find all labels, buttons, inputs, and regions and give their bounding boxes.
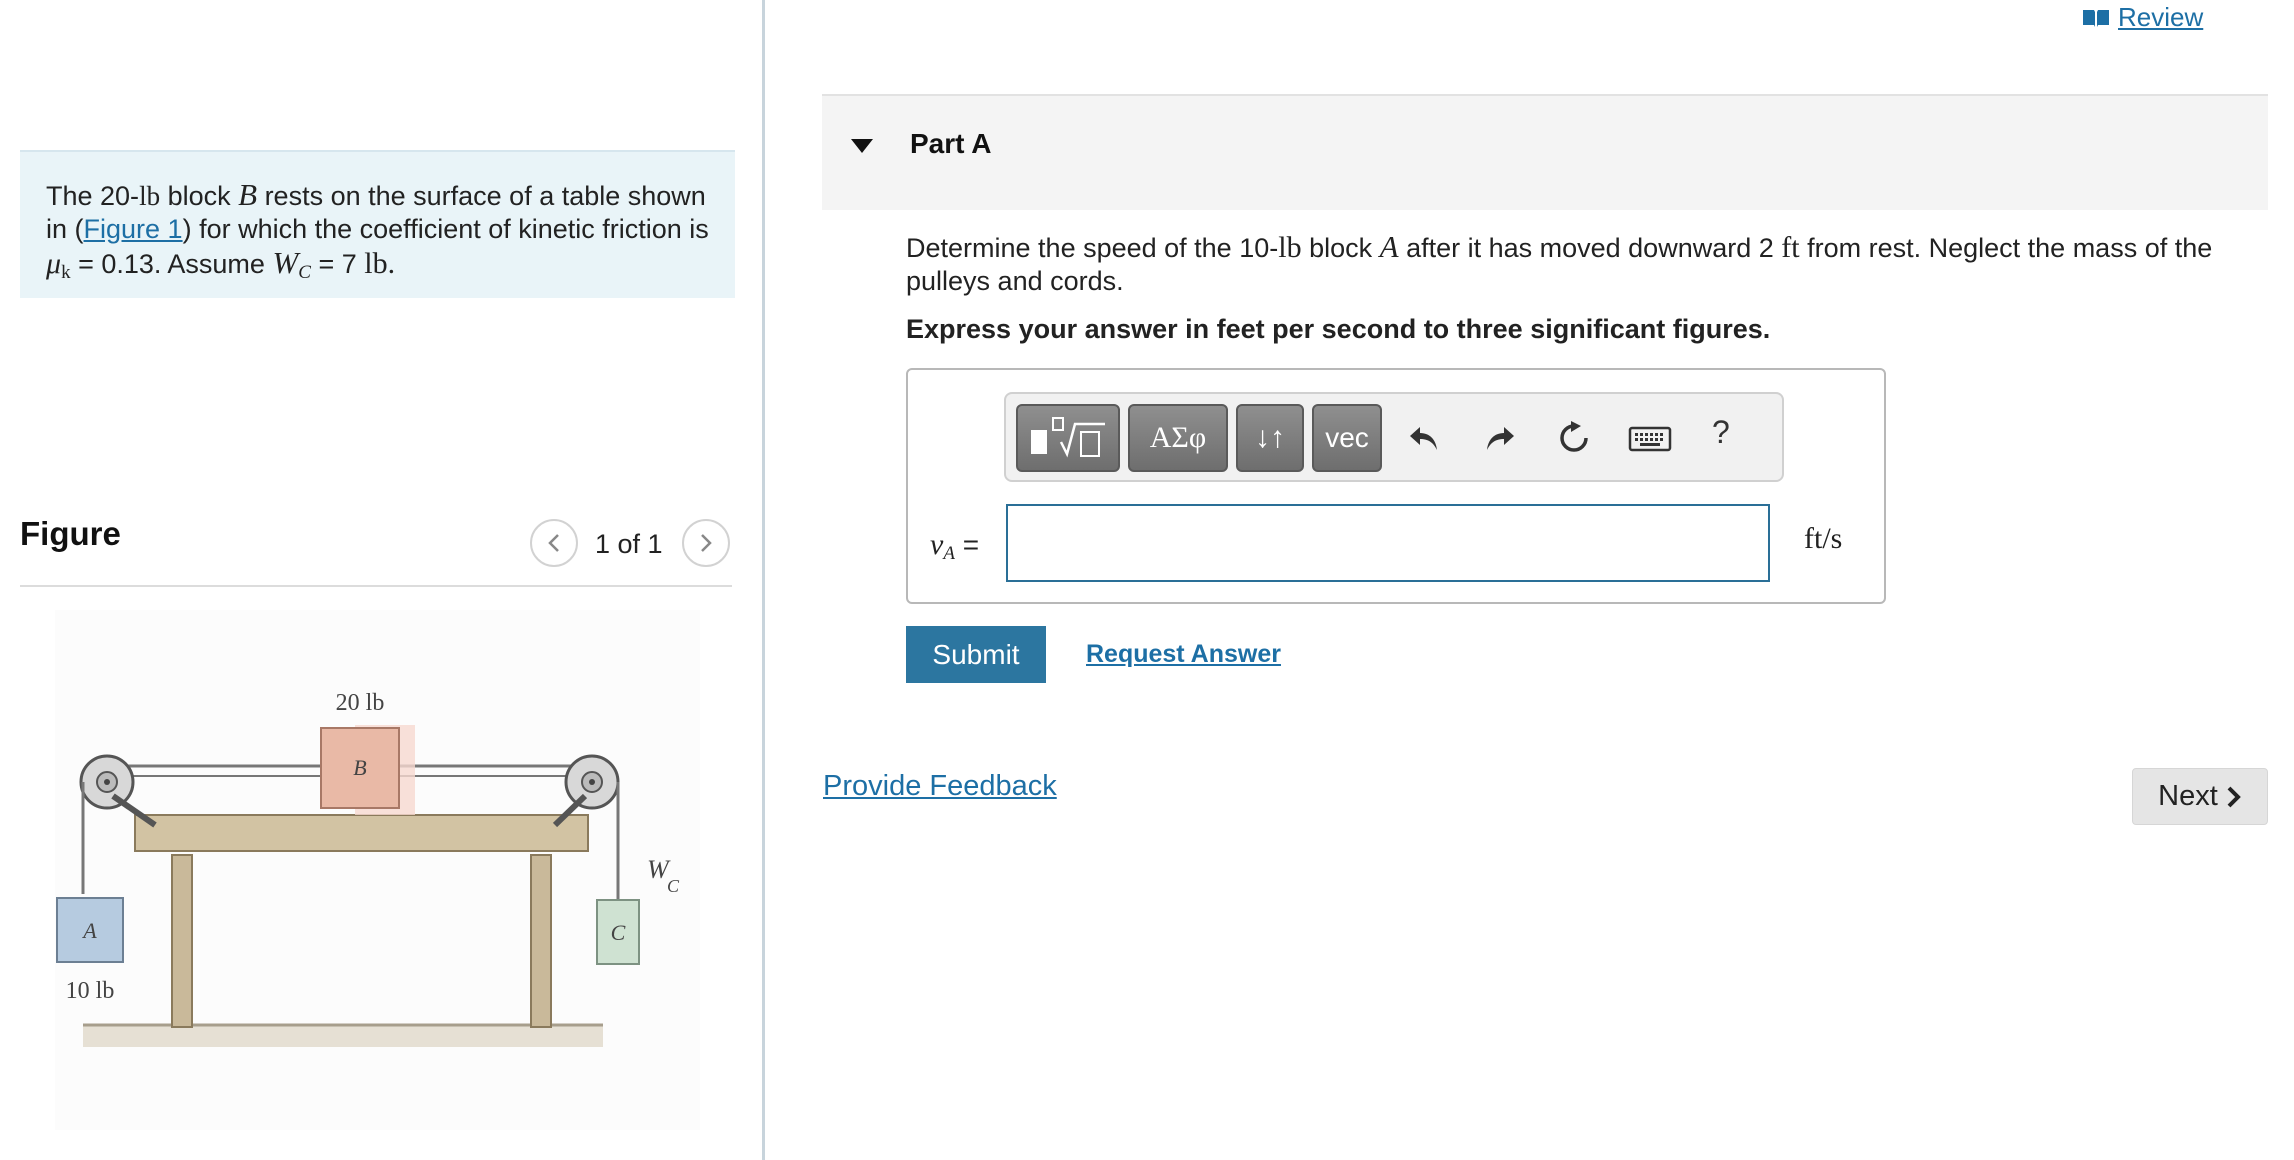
review-link[interactable]: Review — [2082, 2, 2203, 33]
block-a-label: A — [81, 918, 97, 943]
vector-button[interactable]: vec — [1312, 404, 1382, 472]
page: The 20-lb block B rests on the surface o… — [0, 0, 2294, 1160]
answer-instruction: Express your answer in feet per second t… — [906, 314, 1771, 344]
arrows-button[interactable]: ↓↑ — [1236, 404, 1304, 472]
greek-symbols-button[interactable]: ΑΣφ — [1128, 404, 1228, 472]
math-toolbar: ΑΣφ ↓↑ vec ? — [1004, 392, 1784, 482]
answer-input[interactable] — [1006, 504, 1770, 582]
column-divider — [762, 0, 765, 1160]
review-label: Review — [2118, 2, 2204, 32]
next-button[interactable]: Next — [2132, 768, 2268, 825]
part-title: Part A — [910, 128, 992, 159]
reset-button[interactable] — [1552, 416, 1596, 460]
reset-icon — [1560, 421, 1588, 452]
collapse-triangle-icon[interactable] — [850, 138, 874, 154]
block-b-weight: 20 lb — [336, 690, 385, 716]
redo-button[interactable] — [1478, 416, 1522, 460]
table-leg-right — [530, 854, 552, 1028]
table-top — [134, 814, 589, 852]
undo-button[interactable] — [1402, 416, 1446, 460]
submit-button[interactable]: Submit — [906, 626, 1046, 683]
request-answer-link[interactable]: Request Answer — [1086, 640, 1281, 669]
figure-pager-count: 1 of 1 — [595, 529, 663, 559]
answer-variable-label: vA = — [930, 528, 980, 564]
provide-feedback-link[interactable]: Provide Feedback — [823, 770, 1057, 803]
block-a-weight: 10 lb — [66, 978, 115, 1004]
table-leg-left — [171, 854, 193, 1028]
pulley-table-diagram: B 20 lb A 10 lb C W C — [56, 690, 680, 1047]
block-c-label: C — [611, 920, 626, 945]
redo-icon — [1487, 427, 1514, 450]
answer-box: ΑΣφ ↓↑ vec ? vA = ft/s — [906, 368, 1886, 604]
chevron-right-icon — [2227, 786, 2241, 807]
var-b: B — [238, 177, 258, 212]
next-label: Next — [2158, 780, 2218, 812]
problem-statement: The 20-lb block B rests on the surface o… — [20, 150, 735, 298]
next-figure-button[interactable] — [682, 519, 730, 567]
previous-figure-button[interactable] — [530, 519, 578, 567]
answer-unit: ft/s — [1804, 522, 1843, 555]
chevron-left-icon — [548, 534, 559, 552]
keyboard-icon — [1628, 426, 1672, 452]
weight-c-subscript: C — [667, 876, 680, 896]
figure-link[interactable]: Figure 1 — [84, 214, 183, 244]
figure-header: Figure 1 of 1 — [20, 515, 732, 587]
help-button[interactable]: ? — [1712, 414, 1730, 451]
figure-image: B 20 lb A 10 lb C W C — [55, 610, 700, 1130]
ground — [83, 1025, 603, 1047]
chevron-right-icon — [701, 534, 712, 552]
templates-icon — [1031, 417, 1105, 458]
templates-button[interactable] — [1016, 404, 1120, 472]
book-icon — [2083, 9, 2109, 27]
block-b-label: B — [353, 755, 366, 780]
part-a-header[interactable]: Part A — [822, 94, 2268, 210]
question-text: Determine the speed of the 10-lb block A… — [906, 229, 2213, 296]
problem-panel: The 20-lb block B rests on the surface o… — [0, 0, 760, 1160]
figure-title: Figure — [20, 515, 121, 552]
undo-icon — [1410, 427, 1437, 450]
keyboard-button[interactable] — [1626, 416, 1674, 460]
